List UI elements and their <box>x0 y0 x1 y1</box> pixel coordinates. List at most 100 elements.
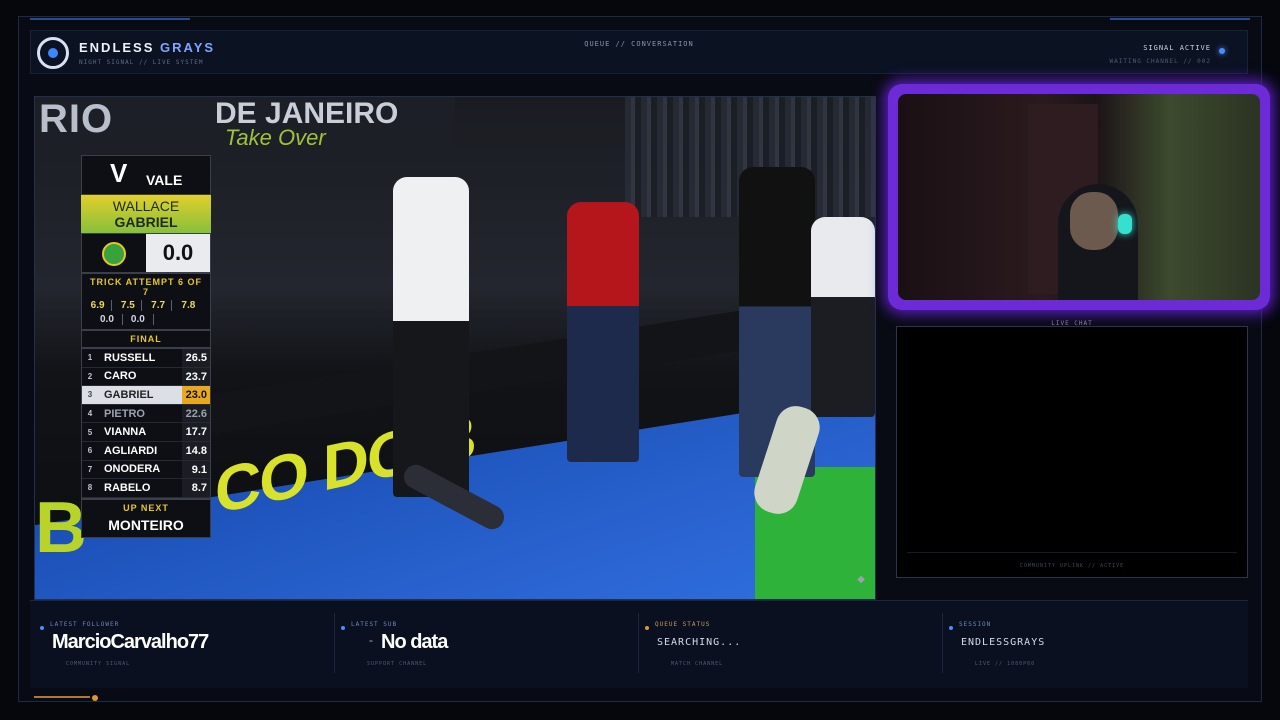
latest-sub-cell: LATEST SUB - No data SUPPORT CHANNEL <box>334 613 624 673</box>
header-bar: ENDLESS GRAYS NIGHT SIGNAL // LIVE SYSTE… <box>30 30 1248 74</box>
athlete-name: RABELO <box>104 481 151 494</box>
up-next-name: MONTEIRO <box>108 516 184 533</box>
trick-scores-row: 6.9 7.5 7.7 7.8 <box>86 300 206 311</box>
athlete-name: VIANNA <box>104 426 147 439</box>
rank: 6 <box>87 446 93 456</box>
athlete-score: 23.7 <box>182 367 210 386</box>
live-chat-footer: COMMUNITY UPLINK // ACTIVE <box>1019 563 1125 569</box>
final-label: FINAL <box>81 330 211 348</box>
standings-row: 4 PIETRO 22.6 <box>82 404 210 424</box>
athlete-name: CARO <box>104 370 137 383</box>
brand-tagline: NIGHT SIGNAL // LIVE SYSTEM <box>79 59 204 66</box>
trick-score: 7.5 <box>121 300 142 311</box>
chat-divider <box>907 552 1237 553</box>
waiting-channel: WAITING CHANNEL // 002 <box>1109 58 1211 65</box>
athlete-score: 14.8 <box>182 441 210 460</box>
up-next-label: UP NEXT <box>123 502 169 513</box>
standings-row: 2 CARO 23.7 <box>82 367 210 387</box>
trick-score: 7.8 <box>181 300 196 311</box>
frame-accent <box>30 18 190 20</box>
skater-figure <box>567 202 639 462</box>
live-chat-title: LIVE CHAT <box>1051 320 1093 327</box>
rank: 3 <box>87 390 93 400</box>
session-label: SESSION <box>959 621 992 628</box>
athlete-score: 23.0 <box>182 386 210 404</box>
skater-figure <box>811 217 875 417</box>
athlete-name: GABRIEL <box>104 388 154 401</box>
latest-follower-value: MarcioCarvalho77 <box>52 631 209 653</box>
status-dot-icon <box>645 626 649 630</box>
standings-row: 8 RABELO 8.7 <box>82 479 210 498</box>
standings-row: 1 RUSSELL 26.5 <box>82 349 210 368</box>
session-cell: SESSION ENDLESSGRAYS LIVE // 1080P60 <box>942 613 1232 673</box>
athlete-name: ONODERA <box>104 463 161 476</box>
bottom-info-bar: LATEST FOLLOWER MarcioCarvalho77 COMMUNI… <box>30 600 1248 688</box>
queue-status-label: QUEUE STATUS <box>655 621 711 628</box>
standings-row: 5 VIANNA 17.7 <box>82 423 210 442</box>
athlete-score: 8.7 <box>182 479 210 497</box>
standings-row-current: 3 GABRIEL 23.0 <box>82 386 210 405</box>
arena-banner: RIO DE JANEIRO Take Over <box>35 97 455 157</box>
sponsor-name: VALE <box>146 172 183 188</box>
athlete-score: 17.7 <box>182 423 210 441</box>
session-sub: LIVE // 1080P60 <box>975 661 1036 667</box>
trick-panel: TRICK ATTEMPT 6 OF 7 6.9 7.5 7.7 7.8 0.0… <box>81 273 211 330</box>
queue-status-value: SEARCHING... <box>657 637 742 648</box>
header-center-label: QUEUE // CONVERSATION <box>584 40 694 48</box>
athlete-score: 26.5 <box>182 349 210 367</box>
current-score: 0.0 <box>146 234 210 272</box>
frame-accent <box>34 696 90 698</box>
latest-sub-sub: SUPPORT CHANNEL <box>367 661 428 667</box>
rank: 2 <box>87 371 93 381</box>
athlete-score: 22.6 <box>182 404 210 423</box>
athlete-last-name: GABRIEL <box>114 214 178 230</box>
country-flag-icon <box>102 242 126 266</box>
webcam-feed <box>898 94 1260 300</box>
latest-sub-label: LATEST SUB <box>351 621 398 628</box>
rank: 8 <box>87 483 93 493</box>
sponsor-panel: V VALE <box>81 155 211 195</box>
rank: 1 <box>87 353 93 363</box>
status-dot-icon <box>949 626 953 630</box>
vale-logo-icon: V <box>110 158 128 188</box>
trick-score: 0.0 <box>131 314 154 325</box>
trick-attempt-label: TRICK ATTEMPT 6 OF 7 <box>90 277 202 297</box>
scoreboard: V VALE WALLACE GABRIEL 0.0 TRICK ATTEMPT… <box>81 155 211 538</box>
rank: 4 <box>87 409 93 419</box>
standings-table: 1 RUSSELL 26.5 2 CARO 23.7 3 GABRIEL 23.0 4 PIE… <box>81 348 211 499</box>
latest-follower-sub: COMMUNITY SIGNAL <box>66 661 131 667</box>
latest-sub-value: No data <box>381 631 448 653</box>
frame-accent <box>1110 18 1250 20</box>
athlete-name: RUSSELL <box>104 351 156 364</box>
standings-row: 6 AGLIARDI 14.8 <box>82 441 210 461</box>
queue-status-sub: MATCH CHANNEL <box>671 661 724 667</box>
banner-script-text: Take Over <box>225 125 326 150</box>
queue-status-cell: QUEUE STATUS SEARCHING... MATCH CHANNEL <box>638 613 928 673</box>
skater-figure <box>393 177 469 497</box>
standings-row: 7 ONODERA 9.1 <box>82 460 210 480</box>
signal-status: SIGNAL ACTIVE <box>1143 44 1211 52</box>
live-chat-panel[interactable]: LIVE CHAT COMMUNITY UPLINK // ACTIVE <box>896 320 1248 578</box>
rank: 7 <box>87 464 93 474</box>
streamer-face <box>1070 192 1118 250</box>
stream-video: RIO DE JANEIRO Take Over CO DO B B V VAL… <box>34 96 876 600</box>
latest-follower-label: LATEST FOLLOWER <box>50 621 120 628</box>
wall-letter: B <box>35 488 87 568</box>
rank: 5 <box>87 427 93 437</box>
latest-sub-dash: - <box>369 633 373 647</box>
athlete-name-panel: WALLACE GABRIEL <box>81 195 211 233</box>
athlete-score: 9.1 <box>182 460 210 479</box>
ad-board <box>210 299 810 435</box>
webcam-panel <box>888 84 1270 310</box>
trick-score: 6.9 <box>91 300 112 311</box>
status-dot-icon <box>40 626 44 630</box>
banner-left-text: RIO <box>39 97 114 141</box>
trick-score: 7.7 <box>151 300 173 311</box>
latest-follower-cell: LATEST FOLLOWER MarcioCarvalho77 COMMUNI… <box>34 613 324 673</box>
athlete-name: AGLIARDI <box>104 444 158 457</box>
athlete-name: PIETRO <box>104 407 145 420</box>
headset-icon <box>1118 214 1132 234</box>
up-next-panel: UP NEXT MONTEIRO <box>81 498 211 538</box>
athlete-first-name: WALLACE <box>112 198 180 214</box>
status-dot-icon <box>341 626 345 630</box>
